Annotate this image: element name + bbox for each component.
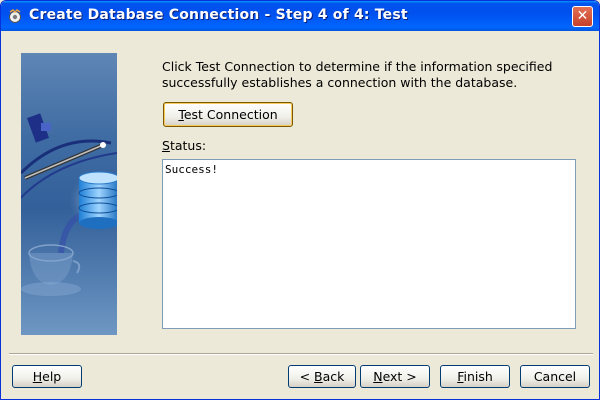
close-icon: ✕ bbox=[576, 8, 589, 24]
footer-divider bbox=[9, 353, 593, 355]
status-textarea[interactable]: Success! bbox=[162, 159, 576, 329]
finish-button[interactable]: Finish bbox=[440, 365, 510, 388]
next-button[interactable]: Next > bbox=[360, 365, 430, 388]
cancel-button[interactable]: Cancel bbox=[520, 365, 590, 388]
back-button[interactable]: < Back bbox=[288, 365, 356, 388]
help-button[interactable]: Help bbox=[12, 365, 82, 388]
status-text: Success! bbox=[165, 163, 218, 176]
title-bar[interactable]: Create Database Connection - Step 4 of 4… bbox=[1, 1, 599, 31]
wizard-illustration bbox=[21, 53, 117, 335]
close-button[interactable]: ✕ bbox=[572, 6, 593, 27]
test-connection-button[interactable]: Test Connection bbox=[163, 102, 293, 127]
status-label: Status: bbox=[162, 138, 207, 153]
window-title: Create Database Connection - Step 4 of 4… bbox=[29, 7, 408, 23]
app-icon bbox=[7, 8, 23, 24]
instruction-text: Click Test Connection to determine if th… bbox=[162, 59, 553, 90]
dialog-window: Create Database Connection - Step 4 of 4… bbox=[0, 0, 600, 400]
